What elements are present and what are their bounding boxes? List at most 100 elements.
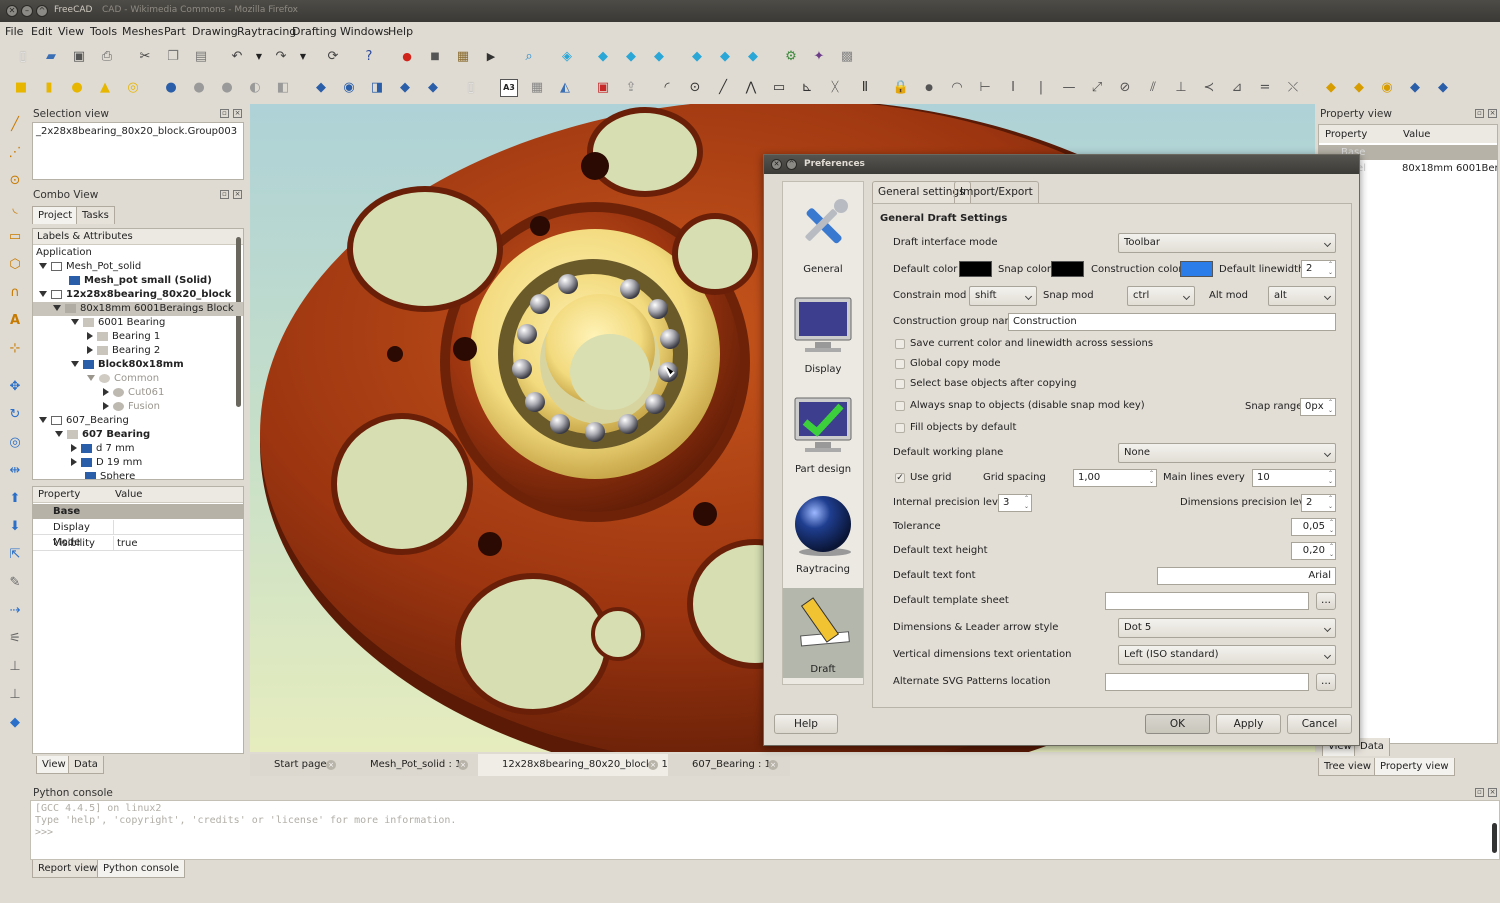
point-icon[interactable]: ● [920,79,938,97]
dim-precision-spinbox[interactable]: 2 [1301,494,1336,512]
dimension-icon[interactable]: ⊾ [798,79,816,97]
tab-tree-view[interactable]: Tree view [1318,758,1378,776]
snap-near-icon[interactable]: ⊿ [1228,79,1246,97]
measure-icon[interactable]: ⚙ [782,48,800,66]
view-right-icon[interactable]: ◆ [650,48,668,66]
snap-perpendicular-icon[interactable]: I [1004,79,1022,97]
new-drawing-icon[interactable]: ▯ [462,79,480,97]
loop-icon[interactable]: ◉ [1378,79,1396,97]
snap-midpoint-icon[interactable]: ⊢ [976,79,994,97]
mesh-export-icon[interactable]: ◆ [1434,79,1452,97]
cut-icon[interactable]: ✂ [136,48,154,66]
grid-spacing-spinbox[interactable]: 1,00 [1073,469,1157,487]
tab-report-view[interactable]: Report view [32,860,104,878]
mirror-icon[interactable]: ◨ [368,79,386,97]
clone-icon[interactable]: ⊥ [6,686,24,704]
menu-help[interactable]: Help [388,25,413,38]
refresh-icon[interactable]: ⟳ [324,48,342,66]
save-color-checkbox[interactable] [895,339,905,349]
shape2d-icon[interactable]: ⚟ [6,630,24,648]
close-icon[interactable]: ✕ [771,159,782,170]
redo-dropdown-icon[interactable]: ▼ [294,48,312,66]
tree-item[interactable]: d 7 mm [71,442,135,456]
record-macro-icon[interactable]: ● [398,48,416,66]
arc-icon[interactable]: ◜ [658,79,676,97]
global-copy-checkbox[interactable] [895,359,905,369]
construction-color-swatch[interactable] [1180,261,1213,277]
join-icon[interactable]: ⇹ [6,462,24,480]
sphere-icon[interactable]: ● [68,79,86,97]
view-left-icon[interactable]: ◆ [744,48,762,66]
page-general[interactable]: General [783,188,863,278]
float-icon[interactable]: ▫ [1475,788,1484,797]
undo-icon[interactable]: ↶ [228,48,246,66]
save-icon[interactable]: ▣ [70,48,88,66]
page-part-design[interactable]: Part design [783,388,863,478]
print-icon[interactable]: ⎙ [98,48,116,66]
torus-icon[interactable]: ◎ [124,79,142,97]
menu-part[interactable]: Part [164,25,186,38]
tab-data[interactable]: Data [68,756,104,774]
drawing-view-icon[interactable]: ⊥ [6,658,24,676]
tree-item-selected[interactable]: 80x18mm 6001Beraings Block [33,302,243,316]
text-font-input[interactable]: Arial [1157,567,1336,585]
browse-template-button[interactable]: ... [1316,592,1336,610]
close-icon[interactable]: ✕ [6,5,18,17]
rectangle-icon[interactable]: ▭ [770,79,788,97]
alt-mod-select[interactable]: alt [1268,286,1336,306]
bspline-icon[interactable]: ∩ [6,284,24,302]
wire-to-bspline-icon[interactable]: ⇢ [6,602,24,620]
tree-item[interactable]: Bearing 2 [87,344,160,358]
snap-range-spinbox[interactable]: 0px [1300,398,1336,416]
snap-extension-icon[interactable]: — [1060,79,1078,97]
circle-icon[interactable]: ⊙ [686,79,704,97]
always-snap-checkbox[interactable] [895,401,905,411]
offset-icon[interactable]: ◎ [6,434,24,452]
float-icon[interactable]: ▫ [1475,109,1484,118]
cancel-button[interactable]: Cancel [1287,714,1352,734]
menu-tools[interactable]: Tools [90,25,117,38]
tree-item[interactable]: D 19 mm [71,456,142,470]
extrude-icon[interactable]: ◆ [312,79,330,97]
snap-line-icon[interactable]: ⤢ [1088,79,1106,97]
sketch-arc-icon[interactable]: ◟ [6,200,24,218]
draft-interface-mode-select[interactable]: Toolbar [1118,233,1336,253]
float-icon[interactable]: ▫ [220,109,229,118]
constrain-mod-select[interactable]: shift [969,286,1037,306]
property-value[interactable]: 80x18mm 6001Ber... [1399,161,1497,176]
tree-item[interactable]: Sphere [85,470,135,479]
tab-tasks[interactable]: Tasks [76,206,115,224]
tab-607-bearing[interactable]: 607_Bearing : 1 × [668,754,788,776]
tree-item[interactable]: Cut061 [103,386,164,400]
tree-item[interactable]: Application [36,246,92,260]
redo-icon[interactable]: ↷ [272,48,290,66]
close-panel-icon[interactable]: × [233,190,242,199]
console-prompt[interactable]: >>> [35,827,1495,839]
tab-import-export[interactable]: Import/Export [954,181,1039,203]
maximize-icon[interactable]: ^ [36,5,48,17]
open-folder-icon[interactable]: ▰ [42,48,60,66]
chamfer-icon[interactable]: ◆ [424,79,442,97]
cone-icon[interactable]: ▲ [96,79,114,97]
mesh-icon[interactable]: ◆ [1406,79,1424,97]
snap-intersection-icon[interactable]: ≺ [1200,79,1218,97]
boolean-icon[interactable]: ● [162,79,180,97]
split-icon[interactable]: Ⅱ [856,79,874,97]
tab-mesh-pot[interactable]: Mesh_Pot_solid : 1 × [346,754,476,776]
svg-patterns-input[interactable] [1105,673,1309,691]
execute-macro-icon[interactable]: ▶ [482,48,500,66]
snap-color-swatch[interactable] [1051,261,1084,277]
pcb-icon[interactable]: ◆ [1322,79,1340,97]
arrow-style-select[interactable]: Dot 5 [1118,618,1336,638]
default-color-swatch[interactable] [959,261,992,277]
template-sheet-input[interactable] [1105,592,1309,610]
construction-group-input[interactable]: Construction [1008,313,1336,331]
snap-mod-select[interactable]: ctrl [1127,286,1195,306]
macros-icon[interactable]: ▦ [454,48,472,66]
sketch-circle-icon[interactable]: ⊙ [6,172,24,190]
common-icon[interactable]: ◐ [246,79,264,97]
upgrade-icon[interactable]: ⬆ [6,490,24,508]
fuse-icon[interactable]: ● [218,79,236,97]
menu-file[interactable]: File [5,25,23,38]
page-display[interactable]: Display [783,288,863,378]
